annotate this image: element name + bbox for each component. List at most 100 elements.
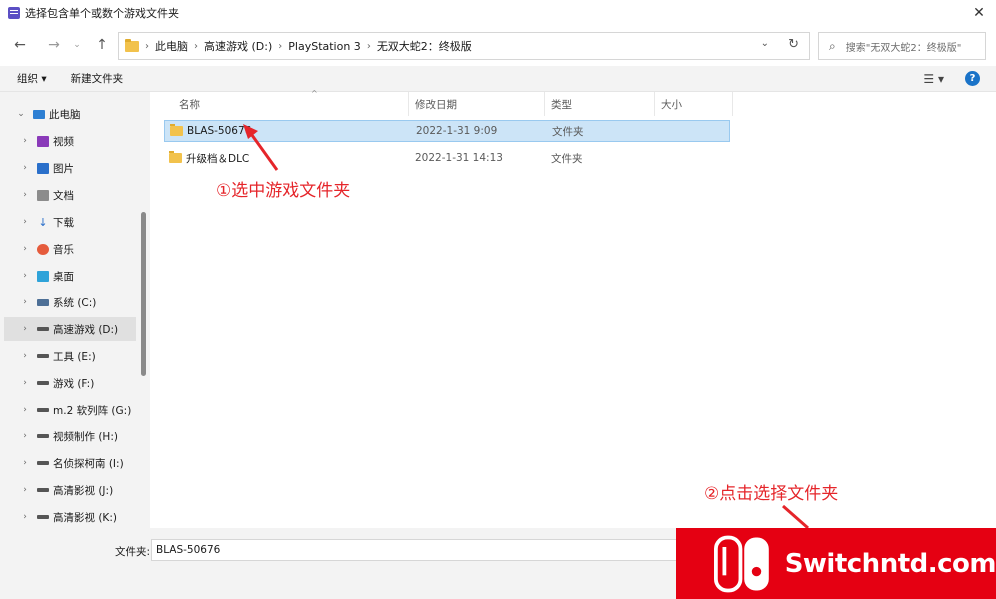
column-label: 修改日期 [415, 98, 457, 111]
tree-item-drive-j[interactable]: › 高清影视 (J:) [4, 478, 136, 502]
tree-item-label: m.2 软列阵 (G:) [53, 404, 132, 417]
column-label: 类型 [551, 98, 572, 111]
document-icon [37, 189, 49, 201]
drive-icon [37, 515, 49, 519]
breadcrumb-this-pc[interactable]: 此电脑 [155, 38, 188, 54]
system-drive-icon [37, 298, 49, 306]
file-name: BLAS-50676 [187, 125, 252, 137]
folder-name-input[interactable]: BLAS-50676 [151, 539, 691, 561]
drive-icon [37, 381, 49, 385]
file-row-update-dlc[interactable]: 升级档＆DLC 2022-1-31 14:13 文件夹 [164, 147, 730, 169]
chevron-down-icon[interactable]: ⌄ [761, 38, 769, 49]
tree-item-label: 下载 [53, 216, 74, 229]
tree-item-label: 高清影视 (J:) [53, 484, 114, 497]
file-modified: 2022-1-31 9:09 [416, 125, 498, 137]
search-placeholder: 搜索"无双大蛇2：终极版" [845, 42, 962, 54]
drive-icon [37, 434, 49, 438]
tree-item-drive-h[interactable]: › 视频制作 (H:) [4, 424, 136, 448]
folder-name-label: 文件夹: [115, 546, 151, 558]
tree-item-pictures[interactable]: › 图片 [4, 156, 136, 180]
breadcrumb-drive-d[interactable]: 高速游戏 (D:) [204, 38, 272, 54]
forward-button[interactable]: → [42, 33, 66, 57]
tree-item-drive-c[interactable]: › 系统 (C:) [4, 290, 136, 314]
search-input[interactable]: ⌕ 搜索"无双大蛇2：终极版" [818, 32, 986, 60]
watermark-text: Switchntd.com [784, 548, 996, 579]
column-header-size[interactable]: 大小 [655, 92, 733, 116]
sort-ascending-icon: ^ [311, 89, 318, 98]
tree-item-music[interactable]: › 音乐 [4, 237, 136, 261]
tree-item-label: 系统 (C:) [53, 296, 97, 309]
file-row-blas-50676[interactable]: BLAS-50676 2022-1-31 9:09 文件夹 [164, 120, 730, 142]
tree-item-drive-e[interactable]: › 工具 (E:) [4, 344, 136, 368]
chevron-right-icon[interactable]: › [18, 244, 32, 254]
navigation-bar: ← → ⌄ ↑ › 此电脑 › 高速游戏 (D:) › PlayStation … [0, 26, 996, 64]
new-folder-button[interactable]: 新建文件夹 [71, 71, 124, 86]
tree-item-drive-d[interactable]: › 高速游戏 (D:) [4, 317, 136, 341]
drive-icon [37, 327, 49, 331]
tree-item-label: 高清影视 (K:) [53, 511, 117, 524]
chevron-right-icon[interactable]: › [18, 190, 32, 200]
tree-item-label: 桌面 [53, 270, 74, 283]
breadcrumb-current-folder[interactable]: 无双大蛇2：终极版 [377, 38, 472, 54]
pc-icon [33, 109, 45, 119]
chevron-right-icon[interactable]: › [18, 405, 32, 415]
recent-locations-button[interactable]: ⌄ [70, 33, 84, 57]
tree-item-label: 工具 (E:) [53, 350, 96, 363]
refresh-icon[interactable]: ↻ [788, 37, 799, 52]
switch-logo-icon [714, 535, 769, 592]
drive-icon [37, 488, 49, 492]
chevron-right-icon[interactable]: › [18, 351, 32, 361]
video-icon [37, 135, 49, 147]
command-bar: 组织 ▾ 新建文件夹 ☰ ▾ ? [0, 66, 996, 92]
tree-item-label: 游戏 (F:) [53, 377, 95, 390]
file-list: ^ 名称 修改日期 类型 大小 BLAS-50676 2022-1-31 9:0… [150, 89, 996, 528]
chevron-right-icon[interactable]: › [18, 163, 32, 173]
chevron-right-icon[interactable]: › [18, 271, 32, 281]
address-bar[interactable]: › 此电脑 › 高速游戏 (D:) › PlayStation 3 › 无双大蛇… [118, 32, 810, 60]
column-header-name[interactable]: ^ 名称 [173, 89, 409, 116]
column-label: 大小 [661, 98, 682, 111]
navigation-pane: ⌄ 此电脑 › 视频 › 图片 › 文档 › ↓ 下载 › 音乐 › 桌面 › … [0, 92, 150, 528]
tree-item-downloads[interactable]: › ↓ 下载 [4, 210, 136, 234]
breadcrumb-separator: › [366, 40, 371, 52]
back-button[interactable]: ← [8, 33, 32, 57]
chevron-right-icon[interactable]: › [18, 458, 32, 468]
chevron-right-icon[interactable]: › [18, 297, 32, 307]
tree-item-documents[interactable]: › 文档 [4, 183, 136, 207]
file-name: 升级档＆DLC [186, 152, 250, 165]
column-label: 名称 [179, 98, 200, 111]
tree-item-drive-k[interactable]: › 高清影视 (K:) [4, 505, 136, 528]
breadcrumb-playstation3[interactable]: PlayStation 3 [288, 40, 361, 53]
tree-item-drive-g[interactable]: › m.2 软列阵 (G:) [4, 398, 136, 422]
tree-item-videos[interactable]: › 视频 [4, 129, 136, 153]
tree-item-label: 视频 [53, 135, 74, 148]
chevron-right-icon[interactable]: › [18, 378, 32, 388]
app-icon [8, 7, 20, 19]
chevron-right-icon[interactable]: › [18, 485, 32, 495]
picture-icon [37, 162, 49, 174]
chevron-right-icon[interactable]: › [18, 136, 32, 146]
chevron-down-icon[interactable]: ⌄ [14, 109, 28, 119]
up-button[interactable]: ↑ [90, 33, 114, 57]
column-header-type[interactable]: 类型 [545, 92, 655, 116]
column-header-modified[interactable]: 修改日期 [409, 92, 545, 116]
chevron-right-icon[interactable]: › [18, 217, 32, 227]
file-type: 文件夹 [551, 152, 583, 165]
help-icon[interactable]: ? [965, 71, 980, 86]
file-modified: 2022-1-31 14:13 [415, 152, 503, 164]
chevron-right-icon[interactable]: › [18, 431, 32, 441]
navigation-scrollbar[interactable] [141, 212, 146, 376]
tree-item-label: 名侦探柯南 (I:) [53, 457, 124, 470]
view-options-icon[interactable]: ☰ ▾ [923, 72, 944, 86]
tree-item-desktop[interactable]: › 桌面 [4, 264, 136, 288]
drive-icon [37, 354, 49, 358]
tree-item-this-pc[interactable]: ⌄ 此电脑 [4, 102, 136, 126]
chevron-right-icon[interactable]: › [18, 324, 32, 334]
breadcrumb-separator: › [278, 40, 283, 52]
desktop-icon [37, 270, 49, 282]
tree-item-drive-i[interactable]: › 名侦探柯南 (I:) [4, 451, 136, 475]
chevron-right-icon[interactable]: › [18, 512, 32, 522]
close-button[interactable]: ✕ [968, 2, 990, 24]
organize-button[interactable]: 组织 ▾ [17, 71, 47, 86]
tree-item-drive-f[interactable]: › 游戏 (F:) [4, 371, 136, 395]
